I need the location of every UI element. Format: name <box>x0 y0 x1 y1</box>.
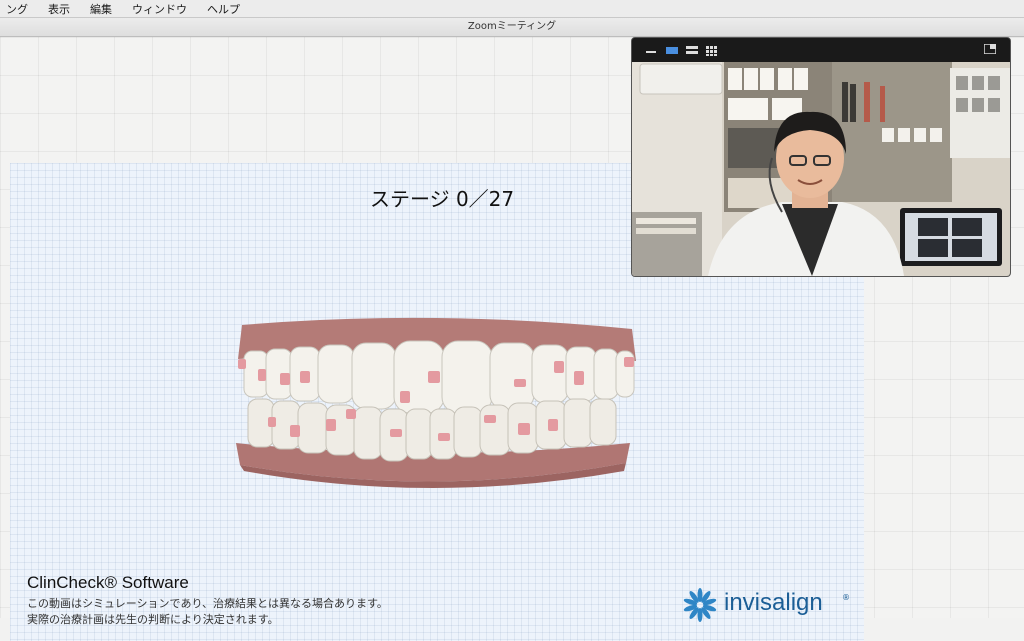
gallery-view-icon[interactable] <box>706 46 718 56</box>
invisalign-wordmark: invisalign <box>724 589 823 616</box>
speaker-view-icon[interactable] <box>666 46 678 54</box>
clincheck-title: ClinCheck® Software <box>27 573 189 592</box>
window-title: Zoomミーティング <box>467 21 557 32</box>
zoom-share-area: ステージ 0／27 ClinCheck® Software この動画はシミュレー… <box>0 37 1024 641</box>
video-toolbar <box>632 38 1010 62</box>
teeth-model-image <box>236 317 636 488</box>
menu-item-edit[interactable]: 編集 <box>90 1 112 17</box>
window-title-bar: Zoomミーティング <box>0 18 1024 37</box>
menu-item-window[interactable]: ウィンドウ <box>132 1 187 17</box>
exit-fullscreen-icon[interactable] <box>984 44 996 54</box>
disclaimer-line-2: 実際の治療計画は先生の判断により決定されます。 <box>27 613 279 626</box>
menu-item-app[interactable]: ング <box>6 1 28 17</box>
presenter-video-feed <box>632 62 1010 276</box>
minimize-icon[interactable] <box>646 46 656 54</box>
registered-mark: ® <box>842 593 850 602</box>
participant-video-window[interactable] <box>631 37 1011 277</box>
disclaimer-line-1: この動画はシミュレーションであり、治療結果とは異なる場合あります。 <box>27 597 388 610</box>
strip-view-icon[interactable] <box>686 46 698 54</box>
menu-item-help[interactable]: ヘルプ <box>207 1 240 17</box>
stage-label: ステージ 0／27 <box>370 187 515 211</box>
menu-bar: ング 表示 編集 ウィンドウ ヘルプ <box>0 0 1024 18</box>
menu-item-view[interactable]: 表示 <box>48 1 70 17</box>
